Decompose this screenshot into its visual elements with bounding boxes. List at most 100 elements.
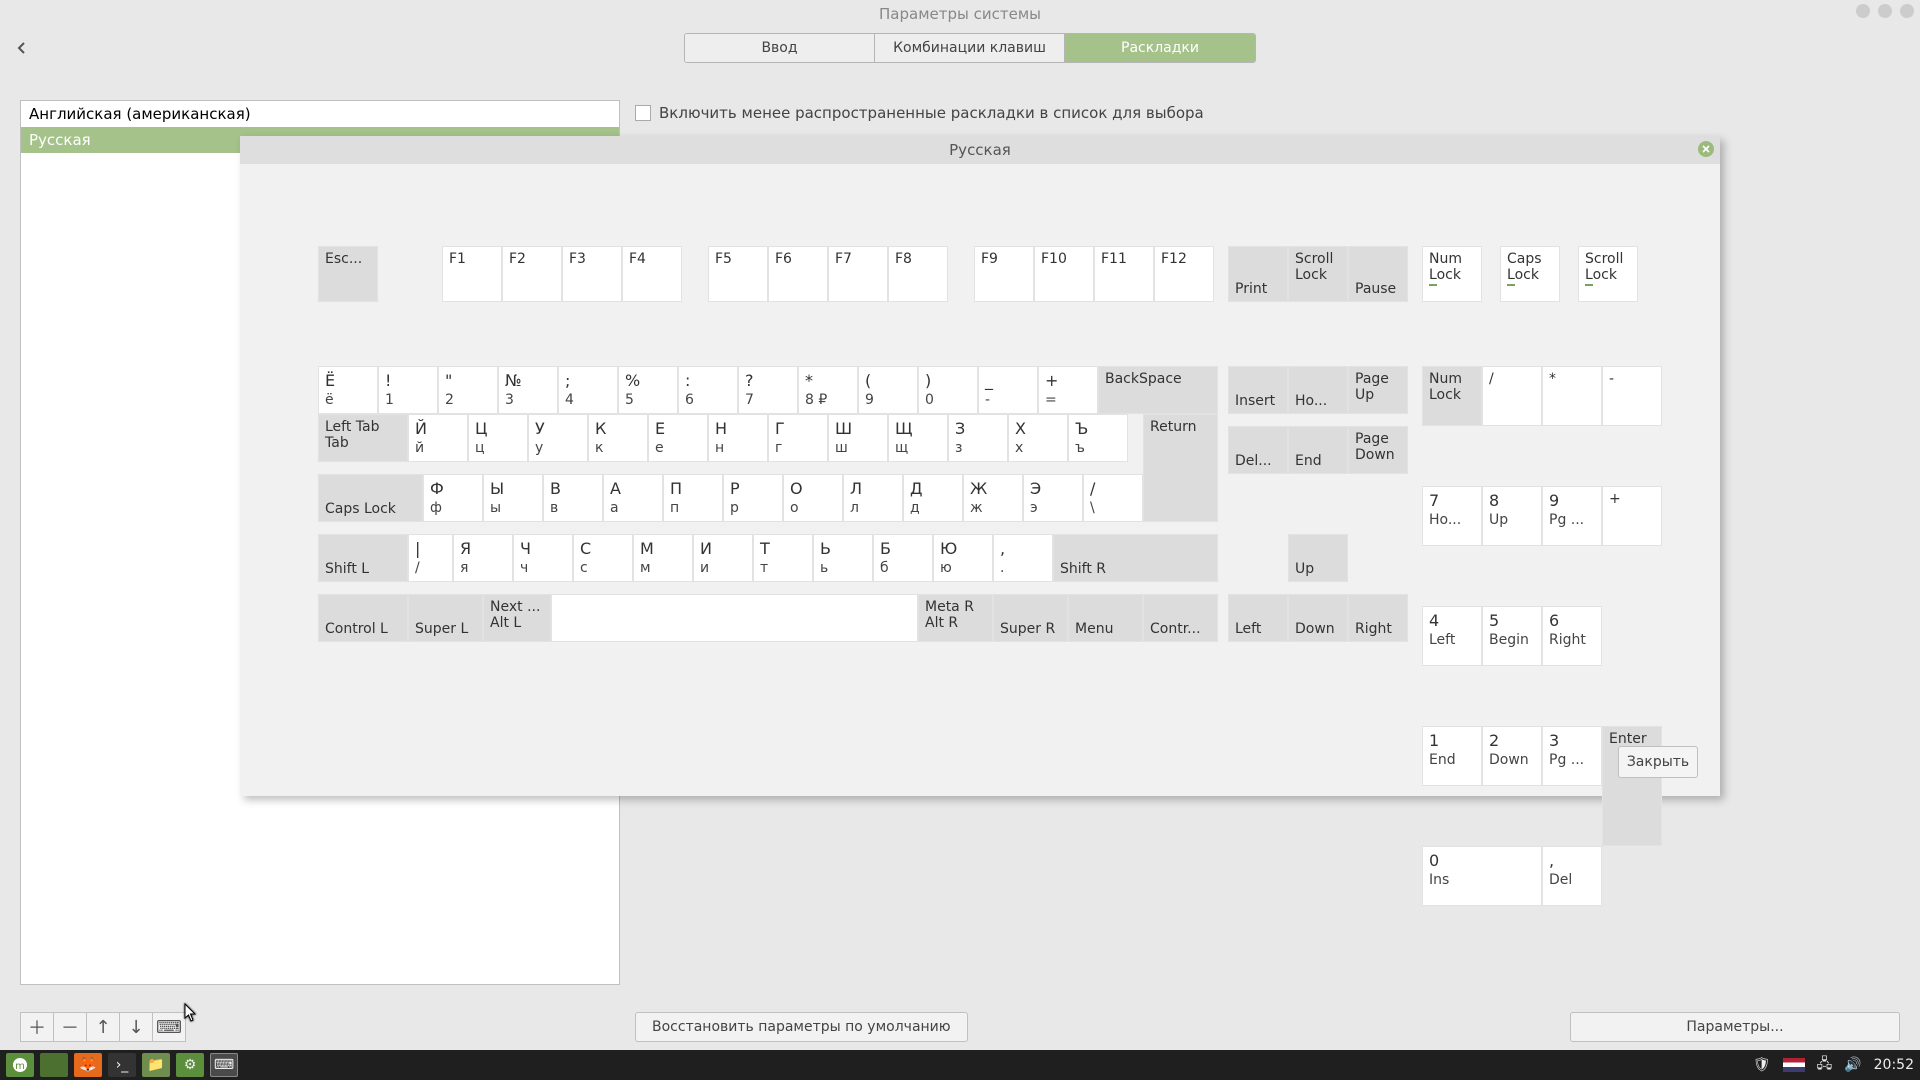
terminal-icon[interactable]: ›_ bbox=[108, 1053, 136, 1077]
key: !1 bbox=[378, 366, 438, 414]
back-button[interactable] bbox=[12, 38, 32, 58]
key: Ho... bbox=[1288, 366, 1348, 414]
key: Шш bbox=[828, 414, 888, 462]
key: Left TabTab bbox=[318, 414, 408, 462]
key: Аа bbox=[603, 474, 663, 522]
key: Вв bbox=[543, 474, 603, 522]
show-keyboard-button[interactable]: ⌨ bbox=[152, 1012, 186, 1042]
key: Хх bbox=[1008, 414, 1068, 462]
key: Menu bbox=[1068, 594, 1143, 642]
key: Up bbox=[1288, 534, 1348, 582]
key: F4 bbox=[622, 246, 682, 302]
key: 4Left bbox=[1422, 606, 1482, 666]
tab-layouts[interactable]: Раскладки bbox=[1065, 34, 1255, 62]
key: )0 bbox=[918, 366, 978, 414]
key: 9Pg ... bbox=[1542, 486, 1602, 546]
key: F11 bbox=[1094, 246, 1154, 302]
files-icon[interactable]: 📁 bbox=[142, 1053, 170, 1077]
clock[interactable]: 20:52 bbox=[1874, 1057, 1914, 1073]
key: 7Ho... bbox=[1422, 486, 1482, 546]
key: Уу bbox=[528, 414, 588, 462]
close-dialog-button[interactable]: Закрыть bbox=[1618, 746, 1698, 778]
maximize-button[interactable] bbox=[1878, 4, 1892, 18]
key: "2 bbox=[438, 366, 498, 414]
tab-shortcuts[interactable]: Комбинации клавиш bbox=[875, 34, 1065, 62]
key: Щщ bbox=[888, 414, 948, 462]
shield-icon[interactable]: 🛡 bbox=[1753, 1057, 1771, 1073]
tab-input[interactable]: Ввод bbox=[685, 34, 875, 62]
layout-item-english[interactable]: Английская (американская) bbox=[21, 101, 619, 127]
key: Ёё bbox=[318, 366, 378, 414]
key: Пп bbox=[663, 474, 723, 522]
move-down-button[interactable]: ↓ bbox=[119, 1012, 153, 1042]
dialog-close-button[interactable] bbox=[1698, 141, 1714, 157]
key: F1 bbox=[442, 246, 502, 302]
key: * bbox=[1542, 366, 1602, 426]
firefox-icon[interactable]: 🦊 bbox=[74, 1053, 102, 1077]
move-up-button[interactable]: ↑ bbox=[86, 1012, 120, 1042]
key: Left bbox=[1228, 594, 1288, 642]
options-button[interactable]: Параметры... bbox=[1570, 1012, 1900, 1042]
remove-layout-button[interactable]: － bbox=[53, 1012, 87, 1042]
key: ,Del bbox=[1542, 846, 1602, 906]
key: Тт bbox=[753, 534, 813, 582]
key: Del... bbox=[1228, 426, 1288, 474]
key: - bbox=[1602, 366, 1662, 426]
titlebar: Параметры системы bbox=[0, 0, 1920, 28]
close-button[interactable] bbox=[1900, 4, 1914, 18]
key: (9 bbox=[858, 366, 918, 414]
key: :6 bbox=[678, 366, 738, 414]
start-menu-icon[interactable]: m bbox=[6, 1053, 34, 1077]
key: *8 ₽ bbox=[798, 366, 858, 414]
taskbar-app-settings[interactable]: ⚙ bbox=[176, 1053, 204, 1077]
key: Page Down bbox=[1348, 426, 1408, 474]
taskbar-left: m 🦊 ›_ 📁 ⚙ ⌨ bbox=[6, 1053, 238, 1077]
key: Return bbox=[1143, 414, 1218, 522]
keyboard-layout-indicator[interactable] bbox=[1783, 1058, 1805, 1072]
key: Фф bbox=[423, 474, 483, 522]
key: ?7 bbox=[738, 366, 798, 414]
keyboard-preview-dialog: Русская Esc...F1F2F3F4F5F6F7F8F9F10F11F1… bbox=[240, 136, 1720, 796]
key: /\ bbox=[1083, 474, 1143, 522]
add-layout-button[interactable]: ＋ bbox=[20, 1012, 54, 1042]
volume-icon[interactable]: 🔊 bbox=[1844, 1057, 1861, 1073]
taskbar-app-preview[interactable]: ⌨ bbox=[210, 1053, 238, 1077]
key: / bbox=[1482, 366, 1542, 426]
key: Caps Lock bbox=[318, 474, 423, 522]
key: Scroll Lock bbox=[1288, 246, 1348, 302]
key: Жж bbox=[963, 474, 1023, 522]
key: ScrollLock bbox=[1578, 246, 1638, 302]
key: Бб bbox=[873, 534, 933, 582]
key: Нн bbox=[708, 414, 768, 462]
key: End bbox=[1288, 426, 1348, 474]
key: Super R bbox=[993, 594, 1068, 642]
key: Print bbox=[1228, 246, 1288, 302]
key: Contr... bbox=[1143, 594, 1218, 642]
svg-text:m: m bbox=[15, 1061, 25, 1072]
key: F12 bbox=[1154, 246, 1214, 302]
key: Юю bbox=[933, 534, 993, 582]
key: Ее bbox=[648, 414, 708, 462]
minimize-button[interactable] bbox=[1856, 4, 1870, 18]
key: Ъъ bbox=[1068, 414, 1128, 462]
key: Сс bbox=[573, 534, 633, 582]
key: Pause bbox=[1348, 246, 1408, 302]
key: 6Right bbox=[1542, 606, 1602, 666]
key: Esc... bbox=[318, 246, 378, 302]
checkbox-label: Включить менее распространенные раскладк… bbox=[659, 104, 1204, 122]
network-icon[interactable]: 🖧 bbox=[1817, 1053, 1833, 1077]
restore-defaults-button[interactable]: Восстановить параметры по умолчанию bbox=[635, 1012, 968, 1042]
show-desktop-icon[interactable] bbox=[40, 1053, 68, 1077]
key: Ыы bbox=[483, 474, 543, 522]
key: F10 bbox=[1034, 246, 1094, 302]
key: 2Down bbox=[1482, 726, 1542, 786]
key: Page Up bbox=[1348, 366, 1408, 414]
checkbox-icon[interactable] bbox=[635, 105, 651, 121]
tab-group: Ввод Комбинации клавиш Раскладки bbox=[684, 33, 1256, 63]
key: ,. bbox=[993, 534, 1053, 582]
include-rare-checkbox[interactable]: Включить менее распространенные раскладк… bbox=[635, 104, 1204, 122]
key: 5Begin bbox=[1482, 606, 1542, 666]
key: Оо bbox=[783, 474, 843, 522]
key: Цц bbox=[468, 414, 528, 462]
key: + bbox=[1602, 486, 1662, 546]
